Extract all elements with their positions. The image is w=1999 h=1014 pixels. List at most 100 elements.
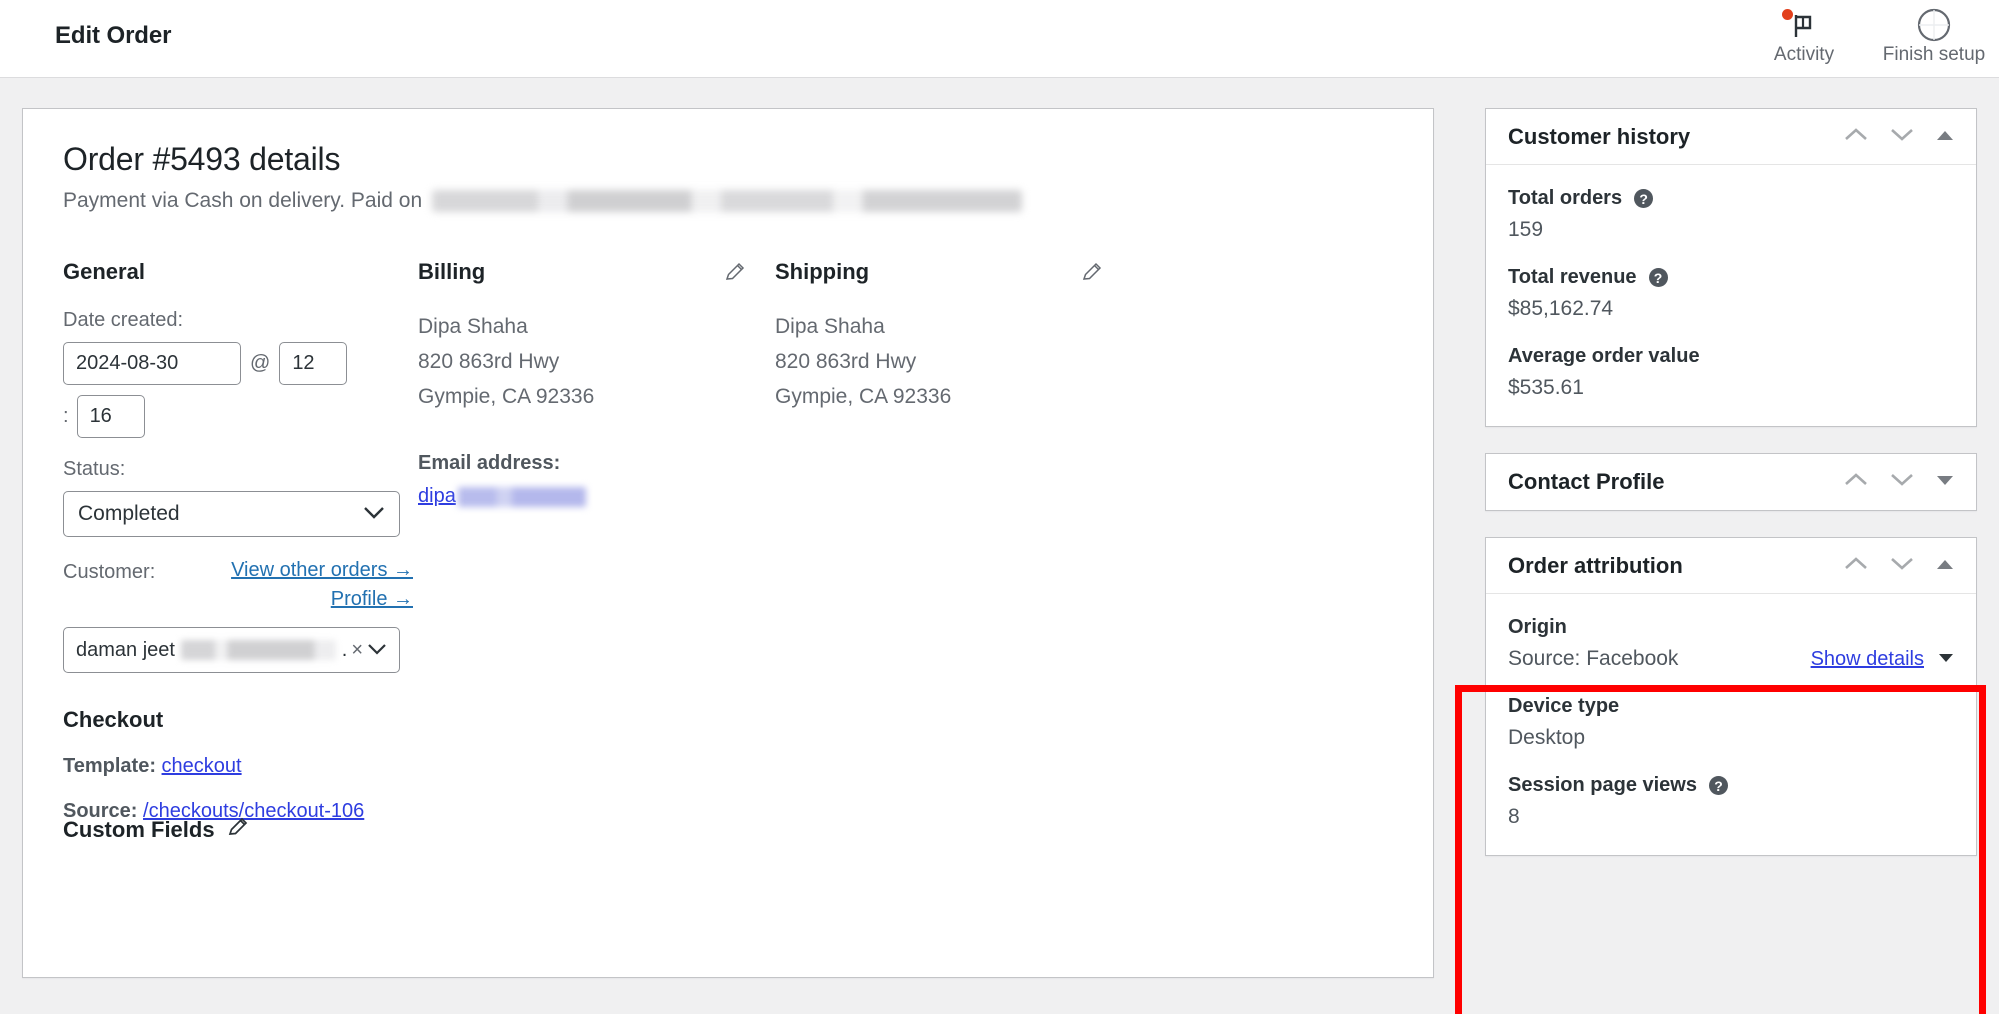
show-details-control[interactable]: Show details	[1811, 648, 1954, 671]
finish-setup-label: Finish setup	[1883, 44, 1985, 66]
finish-setup-button[interactable]: Finish setup	[1869, 0, 1999, 66]
customer-select[interactable]: daman jeet . ×	[63, 627, 400, 673]
billing-column: Billing Dipa Shaha 820 863rd Hwy Gympie,…	[418, 259, 768, 508]
billing-heading-text: Billing	[418, 259, 485, 284]
date-created-label: Date created:	[63, 309, 413, 332]
average-order-value-label: Average order value	[1508, 345, 1700, 368]
total-orders-label: Total orders	[1508, 187, 1622, 210]
origin-row: Source: Facebook Show details	[1508, 647, 1954, 671]
status-select[interactable]: Completed	[63, 491, 400, 537]
checkout-template-link[interactable]: checkout	[162, 755, 242, 777]
move-up-icon[interactable]	[1844, 472, 1868, 492]
profile-link[interactable]: Profile →	[331, 588, 413, 610]
help-icon[interactable]: ?	[1709, 776, 1728, 795]
contact-profile-header[interactable]: Contact Profile	[1486, 454, 1976, 510]
total-orders-label-row: Total orders ?	[1508, 187, 1954, 210]
move-up-icon[interactable]	[1844, 127, 1868, 147]
help-icon[interactable]: ?	[1634, 189, 1653, 208]
origin-value: Source: Facebook	[1508, 647, 1678, 671]
origin-label: Origin	[1508, 616, 1954, 639]
minute-input[interactable]: 16	[77, 395, 145, 438]
order-attribution-body: Origin Source: Facebook Show details	[1486, 594, 1976, 855]
customer-select-value: daman jeet	[76, 639, 175, 662]
show-details-link[interactable]: Show details	[1811, 648, 1924, 671]
panel-order-attribution: Order attribution	[1485, 537, 1977, 856]
stat-total-orders: Total orders ? 159	[1508, 187, 1954, 242]
expand-toggle-icon[interactable]	[1936, 473, 1954, 491]
order-details-card: Order #5493 details Payment via Cash on …	[22, 108, 1434, 978]
notification-badge	[1782, 9, 1793, 20]
move-down-icon[interactable]	[1890, 127, 1914, 147]
contact-profile-controls	[1844, 472, 1954, 492]
customer-history-title: Customer history	[1508, 124, 1690, 150]
chevron-down-icon[interactable]	[1938, 650, 1954, 668]
top-bar: Edit Order Activity	[0, 0, 1999, 78]
colon-separator: :	[63, 405, 69, 428]
collapse-toggle-icon[interactable]	[1936, 557, 1954, 575]
clear-customer-icon[interactable]: ×	[351, 639, 363, 662]
shipping-city-state-zip: Gympie, CA 92336	[775, 379, 1125, 414]
billing-email-heading: Email address:	[418, 452, 768, 475]
customer-history-header[interactable]: Customer history	[1486, 109, 1976, 165]
edit-shipping-pencil-icon[interactable]	[1081, 261, 1103, 289]
session-page-views-value: 8	[1508, 805, 1954, 829]
flag-icon	[1791, 8, 1817, 42]
edit-billing-pencil-icon[interactable]	[724, 261, 746, 289]
redacted-email-domain	[458, 487, 586, 507]
billing-name: Dipa Shaha	[418, 309, 768, 344]
billing-email-row: dipa	[418, 485, 768, 508]
average-order-value-label-row: Average order value	[1508, 345, 1954, 368]
minute-row: : 16	[63, 395, 413, 438]
custom-fields-label: Custom Fields	[63, 817, 215, 843]
order-heading: Order #5493 details	[63, 141, 340, 178]
view-other-orders-link[interactable]: View other orders →	[231, 559, 413, 581]
edit-custom-fields-pencil-icon[interactable]	[227, 816, 249, 844]
customer-history-controls	[1844, 127, 1954, 147]
total-orders-value: 159	[1508, 218, 1954, 242]
order-attribution-header[interactable]: Order attribution	[1486, 538, 1976, 594]
move-down-icon[interactable]	[1890, 556, 1914, 576]
attribution-device-type: Device type Desktop	[1508, 695, 1954, 750]
total-revenue-label-row: Total revenue ?	[1508, 266, 1954, 289]
device-type-value: Desktop	[1508, 726, 1954, 750]
at-separator: @	[250, 352, 270, 375]
hour-input[interactable]: 12	[279, 342, 347, 385]
status-label: Status:	[63, 458, 413, 481]
status-select-value: Completed	[78, 502, 180, 526]
session-page-views-label: Session page views	[1508, 774, 1697, 797]
device-type-label: Device type	[1508, 695, 1954, 718]
edit-order-screen: Edit Order Activity	[0, 0, 1999, 1014]
collapse-toggle-icon[interactable]	[1936, 128, 1954, 146]
page-title: Edit Order	[55, 22, 171, 50]
customer-history-body: Total orders ? 159 Total revenue ? $85,1…	[1486, 165, 1976, 426]
move-up-icon[interactable]	[1844, 556, 1868, 576]
activity-label: Activity	[1774, 44, 1834, 66]
contact-profile-title: Contact Profile	[1508, 469, 1664, 495]
order-attribution-controls	[1844, 556, 1954, 576]
shipping-heading-text: Shipping	[775, 259, 869, 284]
billing-email-link[interactable]: dipa	[418, 485, 456, 508]
customer-row: Customer: View other orders → Profile →	[63, 559, 413, 623]
total-revenue-label: Total revenue	[1508, 266, 1637, 289]
activity-button[interactable]: Activity	[1739, 0, 1869, 66]
payment-note-text: Payment via Cash on delivery. Paid on	[63, 189, 422, 213]
customer-label: Customer:	[63, 561, 155, 584]
custom-fields-heading: Custom Fields	[63, 816, 249, 844]
attribution-session-page-views: Session page views ? 8	[1508, 774, 1954, 829]
billing-street: 820 863rd Hwy	[418, 344, 768, 379]
checkout-template-label: Template:	[63, 755, 156, 777]
general-column: General Date created: 2024-08-30 @ 12 : …	[63, 259, 413, 823]
redacted-customer-detail	[181, 640, 336, 660]
chevron-down-icon	[367, 639, 387, 662]
date-created-row: 2024-08-30 @ 12	[63, 342, 413, 385]
shipping-name: Dipa Shaha	[775, 309, 1125, 344]
move-down-icon[interactable]	[1890, 472, 1914, 492]
stat-average-order-value: Average order value $535.61	[1508, 345, 1954, 400]
date-created-input[interactable]: 2024-08-30	[63, 342, 241, 385]
billing-heading: Billing	[418, 259, 768, 285]
attribution-origin: Origin Source: Facebook Show details	[1508, 616, 1954, 671]
shipping-heading: Shipping	[775, 259, 1125, 285]
order-attribution-title: Order attribution	[1508, 553, 1683, 579]
help-icon[interactable]: ?	[1649, 268, 1668, 287]
session-page-views-label-row: Session page views ?	[1508, 774, 1954, 797]
